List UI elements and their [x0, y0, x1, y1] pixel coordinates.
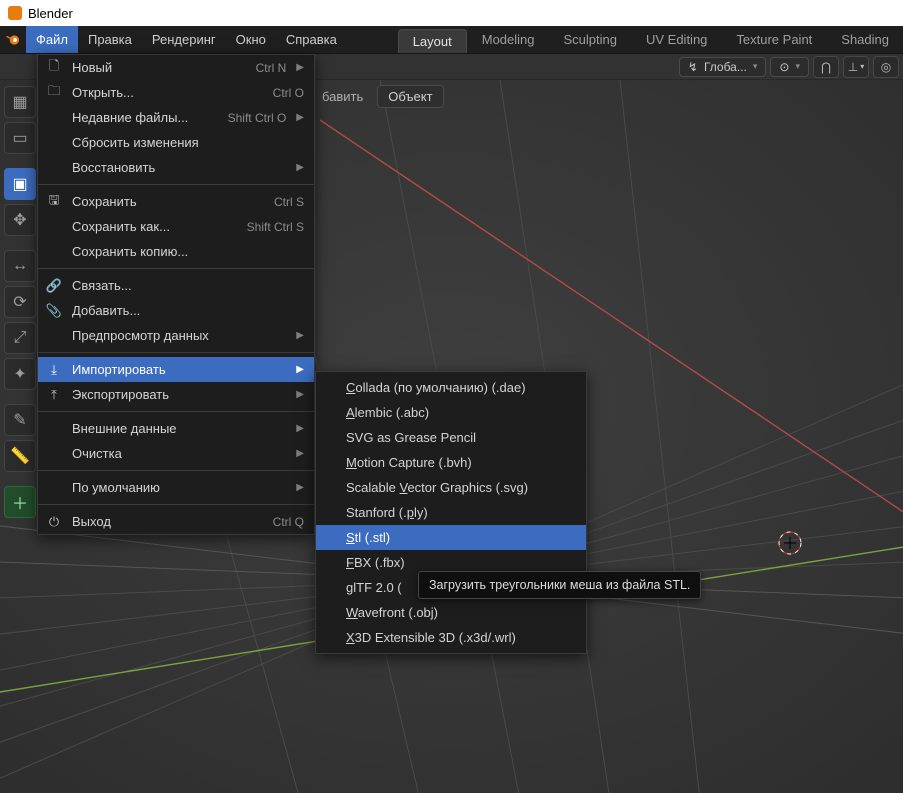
- file-recover[interactable]: Восстановить ▶: [38, 155, 314, 180]
- file-link[interactable]: 🔗 Связать...: [38, 273, 314, 298]
- add-menu[interactable]: бавить: [312, 86, 373, 107]
- submenu-arrow-icon: ▶: [296, 162, 304, 173]
- tab-uv-editing[interactable]: UV Editing: [631, 26, 721, 53]
- menu-separator: [38, 504, 314, 505]
- tool-measure[interactable]: 📏: [4, 440, 36, 472]
- snap-dropdown[interactable]: ⊥▾: [843, 56, 869, 78]
- menu-window[interactable]: Окно: [226, 26, 276, 53]
- window-title: Blender: [28, 6, 73, 21]
- tab-modeling[interactable]: Modeling: [467, 26, 549, 53]
- tab-sculpting[interactable]: Sculpting: [549, 26, 631, 53]
- proportional-edit-toggle[interactable]: ◎: [873, 56, 899, 78]
- import-collada[interactable]: Collada (по умолчанию) (.dae): [316, 375, 586, 400]
- export-icon: ⤒: [46, 387, 62, 403]
- import-x3d[interactable]: X3D Extensible 3D (.x3d/.wrl): [316, 625, 586, 650]
- tool-strip: ▦ ▭ ▣ ✥ ↔ ⟳ ⤢ ✦ ✎ 📏 ＋: [4, 86, 36, 518]
- import-stl[interactable]: Stl (.stl): [316, 525, 586, 550]
- tool-transform[interactable]: ✦: [4, 358, 36, 390]
- tooltip: Загрузить треугольники меша из файла STL…: [418, 571, 701, 599]
- menu-edit[interactable]: Правка: [78, 26, 142, 53]
- menu-render[interactable]: Рендеринг: [142, 26, 226, 53]
- tab-texture-paint[interactable]: Texture Paint: [721, 26, 826, 53]
- tool-rotate[interactable]: ⟳: [4, 286, 36, 318]
- file-save-as[interactable]: Сохранить как... Shift Ctrl S: [38, 214, 314, 239]
- file-external-data[interactable]: Внешние данные ▶: [38, 416, 314, 441]
- file-defaults[interactable]: По умолчанию ▶: [38, 475, 314, 500]
- submenu-arrow-icon: ▶: [296, 389, 304, 400]
- tab-layout[interactable]: Layout: [398, 29, 467, 53]
- tool-add[interactable]: ＋: [4, 486, 36, 518]
- file-cleanup[interactable]: Очистка ▶: [38, 441, 314, 466]
- file-new[interactable]: 🗋 Новый Ctrl N ▶: [38, 55, 314, 80]
- append-icon: 📎: [46, 303, 62, 319]
- file-export[interactable]: ⤒ Экспортировать ▶: [38, 382, 314, 407]
- snap-target-icon: ⊥: [848, 60, 858, 74]
- import-submenu: Collada (по умолчанию) (.dae) Alembic (.…: [315, 371, 587, 654]
- file-save-copy[interactable]: Сохранить копию...: [38, 239, 314, 264]
- file-recent[interactable]: Недавние файлы... Shift Ctrl O ▶: [38, 105, 314, 130]
- blender-app-icon: [8, 6, 22, 20]
- magnet-icon: ⋂: [821, 60, 831, 74]
- submenu-arrow-icon: ▶: [296, 423, 304, 434]
- workspace-tabs: Layout Modeling Sculpting UV Editing Tex…: [398, 26, 903, 53]
- menu-separator: [38, 470, 314, 471]
- import-bvh[interactable]: Motion Capture (.bvh): [316, 450, 586, 475]
- tool-select-box[interactable]: ▣: [4, 168, 36, 200]
- chevron-down-icon: ▾: [860, 62, 864, 71]
- file-revert[interactable]: Сбросить изменения: [38, 130, 314, 155]
- globe-icon: ↯: [688, 60, 698, 74]
- file-menu-dropdown: 🗋 Новый Ctrl N ▶ 🗀 Открыть... Ctrl O Нед…: [37, 54, 315, 535]
- mode-dropdown[interactable]: ▭: [4, 122, 36, 154]
- menu-separator: [38, 411, 314, 412]
- file-import[interactable]: ⤓ Импортировать ▶: [38, 357, 314, 382]
- folder-icon: 🗀: [46, 82, 62, 104]
- import-svg[interactable]: Scalable Vector Graphics (.svg): [316, 475, 586, 500]
- menu-help[interactable]: Справка: [276, 26, 347, 53]
- link-icon: 🔗: [46, 278, 62, 294]
- file-data-preview[interactable]: Предпросмотр данных ▶: [38, 323, 314, 348]
- menu-separator: [38, 184, 314, 185]
- tool-annotate[interactable]: ✎: [4, 404, 36, 436]
- proportional-icon: ◎: [881, 60, 891, 74]
- save-icon: 🖫: [46, 191, 62, 213]
- submenu-arrow-icon: ▶: [296, 112, 304, 123]
- app-root: Файл Правка Рендеринг Окно Справка Layou…: [0, 26, 903, 793]
- file-quit[interactable]: ⏻ Выход Ctrl Q: [38, 509, 314, 534]
- chevron-down-icon: ▾: [753, 61, 758, 72]
- menu-separator: [38, 268, 314, 269]
- top-menubar: Файл Правка Рендеринг Окно Справка Layou…: [0, 26, 903, 54]
- tool-cursor[interactable]: ✥: [4, 204, 36, 236]
- window-titlebar: Blender: [0, 0, 903, 26]
- orientation-label: Глоба...: [704, 60, 747, 74]
- transform-orientation-dropdown[interactable]: ↯ Глоба... ▾: [679, 57, 767, 77]
- object-menu[interactable]: Объект: [377, 85, 443, 108]
- import-alembic[interactable]: Alembic (.abc): [316, 400, 586, 425]
- file-save[interactable]: 🖫 Сохранить Ctrl S: [38, 189, 314, 214]
- snap-toggle[interactable]: ⋂: [813, 56, 839, 78]
- power-icon: ⏻: [46, 514, 62, 530]
- blender-logo-icon[interactable]: [0, 26, 26, 53]
- submenu-arrow-icon: ▶: [296, 482, 304, 493]
- pivot-icon: ⊙: [779, 60, 789, 74]
- file-open[interactable]: 🗀 Открыть... Ctrl O: [38, 80, 314, 105]
- tab-shading[interactable]: Shading: [826, 26, 903, 53]
- tool-move[interactable]: ↔: [4, 250, 36, 282]
- import-icon: ⤓: [46, 362, 62, 378]
- submenu-arrow-icon: ▶: [296, 448, 304, 459]
- menu-file[interactable]: Файл: [26, 26, 78, 53]
- chevron-down-icon: ▾: [795, 61, 800, 72]
- file-append[interactable]: 📎 Добавить...: [38, 298, 314, 323]
- editor-type-dropdown[interactable]: ▦: [4, 86, 36, 118]
- import-svg-gp[interactable]: SVG as Grease Pencil: [316, 425, 586, 450]
- import-obj[interactable]: Wavefront (.obj): [316, 600, 586, 625]
- import-ply[interactable]: Stanford (.ply): [316, 500, 586, 525]
- tool-scale[interactable]: ⤢: [4, 322, 36, 354]
- menu-separator: [38, 352, 314, 353]
- submenu-arrow-icon: ▶: [296, 330, 304, 341]
- new-file-icon: 🗋: [46, 57, 62, 79]
- submenu-arrow-icon: ▶: [296, 62, 304, 73]
- pivot-dropdown[interactable]: ⊙ ▾: [770, 57, 809, 77]
- submenu-arrow-icon: ▶: [296, 364, 304, 375]
